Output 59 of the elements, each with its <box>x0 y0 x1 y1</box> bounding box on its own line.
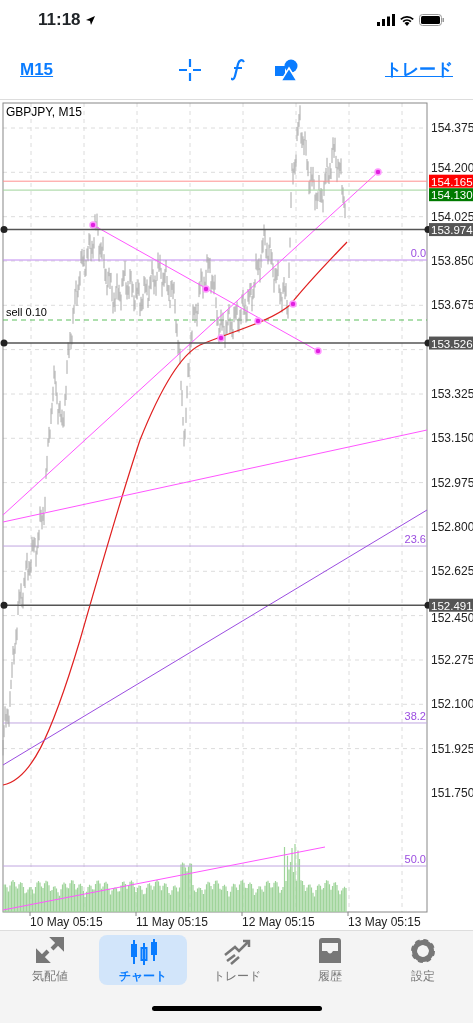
trend-up-icon <box>222 937 251 965</box>
tab[interactable]: 設定 <box>379 935 467 985</box>
price-axis-label: 152.450 <box>431 611 473 626</box>
time-axis-label: 10 May 05:15 <box>30 915 103 929</box>
status-time: 11:18 <box>38 9 81 32</box>
price-axis-label: 153.850 <box>431 254 473 268</box>
anchor-point-icon[interactable] <box>314 347 322 355</box>
line-handle-icon[interactable] <box>0 226 8 234</box>
chart-title: GBPJPY, M15 <box>6 105 82 119</box>
anchor-point-icon[interactable] <box>217 334 225 342</box>
price-tag: 153.526 <box>431 337 473 350</box>
price-axis-label: 151.925 <box>431 741 473 756</box>
line-handle-icon[interactable] <box>0 601 8 609</box>
price-axis-label: 153.150 <box>431 431 473 446</box>
anchor-point-icon[interactable] <box>89 221 97 229</box>
order-label: sell 0.10 <box>6 306 47 318</box>
tab[interactable]: 気配値 <box>6 935 94 985</box>
anchor-point-icon[interactable] <box>289 300 297 308</box>
wifi-icon <box>399 14 415 26</box>
tab[interactable]: トレード <box>192 935 281 985</box>
price-axis-label: 152.800 <box>431 519 473 534</box>
price-tag: 154.130 <box>431 189 473 202</box>
shapes-icon[interactable] <box>275 58 300 81</box>
price-tag: 154.165 <box>431 175 473 188</box>
line-handle-icon[interactable] <box>0 339 8 347</box>
fibonacci-level-label: 50.0 <box>404 853 426 865</box>
fibonacci-level-label: 38.2 <box>404 710 426 722</box>
price-axis-label: 153.325 <box>431 386 473 401</box>
timeframe-link[interactable]: M15 <box>20 56 54 83</box>
price-axis-label: 152.975 <box>431 475 473 490</box>
price-tag: 153.974 <box>431 224 473 237</box>
time-axis-label: 12 May 05:15 <box>242 915 315 929</box>
function-icon[interactable] <box>231 58 246 81</box>
crosshair-icon[interactable] <box>179 58 202 81</box>
arrows-icon <box>36 937 64 965</box>
battery-icon <box>419 14 445 26</box>
price-tag: 152.491 <box>431 599 473 612</box>
settings-icon <box>409 937 437 965</box>
location-icon <box>84 14 96 26</box>
price-axis-label: 154.200 <box>431 161 473 176</box>
anchor-point-icon[interactable] <box>254 317 262 325</box>
tab[interactable]: チャート <box>99 935 188 985</box>
price-axis-label: 152.100 <box>431 697 473 712</box>
price-axis-label: 154.025 <box>431 209 473 224</box>
anchor-point-icon[interactable] <box>202 285 210 293</box>
signal-icon <box>377 14 395 26</box>
time-axis-label: 13 May 05:15 <box>348 915 421 929</box>
anchor-point-icon[interactable] <box>374 168 382 176</box>
price-axis-label: 152.275 <box>431 652 473 667</box>
fibonacci-level-label: 23.6 <box>404 533 426 546</box>
price-axis-label: 153.675 <box>431 298 473 313</box>
trade-link[interactable]: トレード <box>385 56 453 83</box>
tab[interactable]: 履歴 <box>285 935 374 985</box>
price-axis-label: 152.625 <box>431 564 473 579</box>
time-axis-label: 11 May 05:15 <box>136 915 208 929</box>
candlestick-icon <box>129 937 158 965</box>
price-axis-label: 154.375 <box>431 121 473 135</box>
fibonacci-level-label: 0.0 <box>410 247 426 259</box>
price-axis-label: 151.750 <box>431 785 473 800</box>
